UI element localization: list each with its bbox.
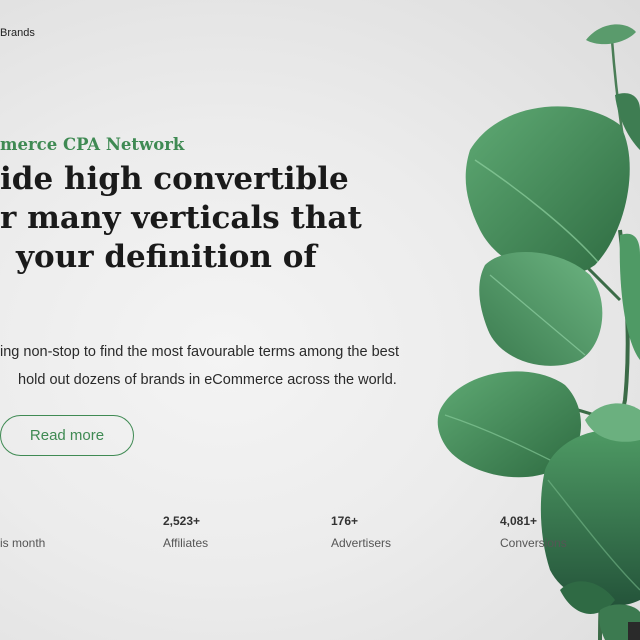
hero-description: ing non-stop to find the most favourable… [0, 338, 399, 394]
brand-logo-text[interactable]: Brands [0, 27, 35, 39]
stat-label: is month [0, 536, 46, 550]
description-line: hold out dozens of brands in eCommerce a… [18, 372, 397, 388]
stat-value [0, 514, 45, 528]
description-line: ing non-stop to find the most favourable… [0, 344, 399, 360]
stat-label: Affiliates [163, 536, 209, 550]
headline-line: r many verticals that [0, 200, 362, 236]
read-more-button[interactable]: Read more [0, 415, 134, 456]
stat-affiliates: 2,523+ Affiliates [163, 514, 208, 550]
stat-value: 176+ [331, 514, 359, 528]
stat-value: 2,523+ [163, 514, 201, 528]
stat-value: 4,081+ [500, 514, 538, 528]
stat-label: Advertisers [331, 536, 392, 550]
stat-this-month: is month [0, 514, 45, 550]
headline-line: ide high convertible [0, 161, 349, 197]
stat-label: Conversions [500, 536, 567, 550]
stat-conversions: 4,081+ Conversions [500, 514, 567, 550]
hero-headline: ide high convertible r many verticals th… [0, 160, 362, 277]
stat-advertisers: 176+ Advertisers [331, 514, 391, 550]
headline-line: your definition of [16, 239, 317, 275]
hero-eyebrow: merce CPA Network [0, 135, 185, 154]
